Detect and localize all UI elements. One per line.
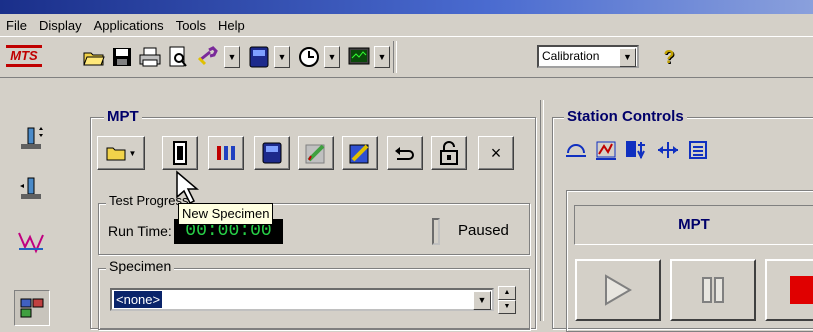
run-time-label: Run Time: (108, 223, 172, 239)
mouse-pointer-icon (176, 170, 200, 205)
chevron-down-icon[interactable]: ▼ (619, 48, 636, 67)
menu-tools[interactable]: Tools (170, 18, 212, 33)
station-mpt-label: MPT (574, 205, 813, 245)
monitor-icon[interactable] (345, 43, 373, 71)
pause-indicator (432, 218, 440, 245)
signal-plot-icon[interactable] (14, 225, 48, 259)
mpt-panel-title: MPT (104, 108, 142, 125)
left-toolbar (0, 77, 84, 326)
panel-divider (540, 100, 544, 321)
chevron-down-icon[interactable]: ▼ (473, 291, 491, 310)
specimen-label: Specimen (106, 258, 175, 274)
main-toolbar: MTS ▼ ▼ ▼ ▼ Calibration ▼ ? (0, 36, 813, 78)
toolbar-separator (393, 41, 397, 73)
station-icon[interactable] (245, 43, 273, 71)
edit-specimen-icon (349, 144, 369, 164)
actuator-side-icon[interactable] (14, 173, 48, 207)
close-icon: × (490, 142, 502, 163)
wrench-icon[interactable] (195, 43, 223, 71)
lock-icon (440, 141, 458, 165)
lock-button[interactable] (431, 136, 467, 170)
stop-icon (790, 276, 813, 304)
close-button[interactable]: × (478, 136, 514, 170)
monitor-dropdown-button[interactable]: ▼ (374, 46, 390, 68)
open-folder-icon[interactable] (80, 43, 108, 71)
save-icon[interactable] (108, 43, 136, 71)
undo-icon (395, 147, 414, 160)
station-dropdown-button[interactable]: ▼ (274, 46, 290, 68)
pause-icon (702, 277, 724, 303)
specimen-spinner[interactable]: ▲ ▼ (498, 286, 516, 314)
mpt-open-button[interactable]: ▼ (97, 136, 145, 170)
menu-help[interactable]: Help (212, 18, 251, 33)
print-preview-icon[interactable] (164, 43, 192, 71)
hold-button[interactable] (670, 259, 756, 321)
limits-icon[interactable] (592, 136, 620, 164)
title-bar (0, 0, 813, 14)
menu-applications[interactable]: Applications (88, 18, 170, 33)
stop-button[interactable] (765, 259, 813, 321)
run-status: Paused (458, 222, 509, 239)
manual-command-icon[interactable] (654, 136, 682, 164)
play-icon (605, 274, 632, 306)
clock-icon[interactable] (295, 43, 323, 71)
procedure-button[interactable] (208, 136, 244, 170)
chevron-down-icon: ▼ (377, 52, 387, 62)
station-setup-button[interactable] (254, 136, 290, 170)
hydraulics-icon[interactable] (622, 136, 650, 164)
spin-up-icon[interactable]: ▲ (498, 286, 516, 300)
chevron-down-icon: ▼ (327, 52, 337, 62)
exclusive-control-icon[interactable] (684, 136, 712, 164)
specimen-value: <none> (114, 291, 163, 308)
clock-dropdown-button[interactable]: ▼ (324, 46, 340, 68)
mts-logo: MTS (6, 45, 42, 67)
help-icon[interactable]: ? (655, 43, 683, 71)
title-text (0, 3, 28, 14)
new-specimen-button[interactable] (162, 136, 198, 170)
chevron-down-icon: ▼ (227, 52, 237, 62)
station-icon (262, 142, 282, 164)
actuator-up-icon[interactable] (14, 123, 48, 157)
calibration-select[interactable]: Calibration ▼ (537, 45, 639, 68)
station-controls-title: Station Controls (564, 108, 687, 125)
edit-specimen-button[interactable] (342, 136, 378, 170)
procedure-icon (217, 146, 235, 160)
spin-down-icon[interactable]: ▼ (498, 300, 516, 314)
menu-bar: File Display Applications Tools Help (0, 14, 813, 36)
reset-button[interactable] (387, 136, 423, 170)
folder-icon (106, 147, 126, 161)
edit-procedure-button[interactable] (298, 136, 334, 170)
edit-icon (305, 144, 325, 164)
menu-display[interactable]: Display (33, 18, 88, 33)
menu-file[interactable]: File (0, 18, 33, 33)
mts-logo-text: MTS (10, 48, 38, 63)
new-specimen-icon (173, 141, 187, 165)
calibration-value: Calibration (542, 49, 600, 63)
print-icon[interactable] (136, 43, 164, 71)
chevron-down-icon: ▼ (128, 148, 137, 158)
interlock-icon[interactable] (562, 136, 590, 164)
run-button[interactable] (575, 259, 661, 321)
chevron-down-icon: ▼ (277, 52, 287, 62)
specimen-select[interactable]: <none> ▼ (110, 288, 494, 311)
wrench-dropdown-button[interactable]: ▼ (224, 46, 240, 68)
